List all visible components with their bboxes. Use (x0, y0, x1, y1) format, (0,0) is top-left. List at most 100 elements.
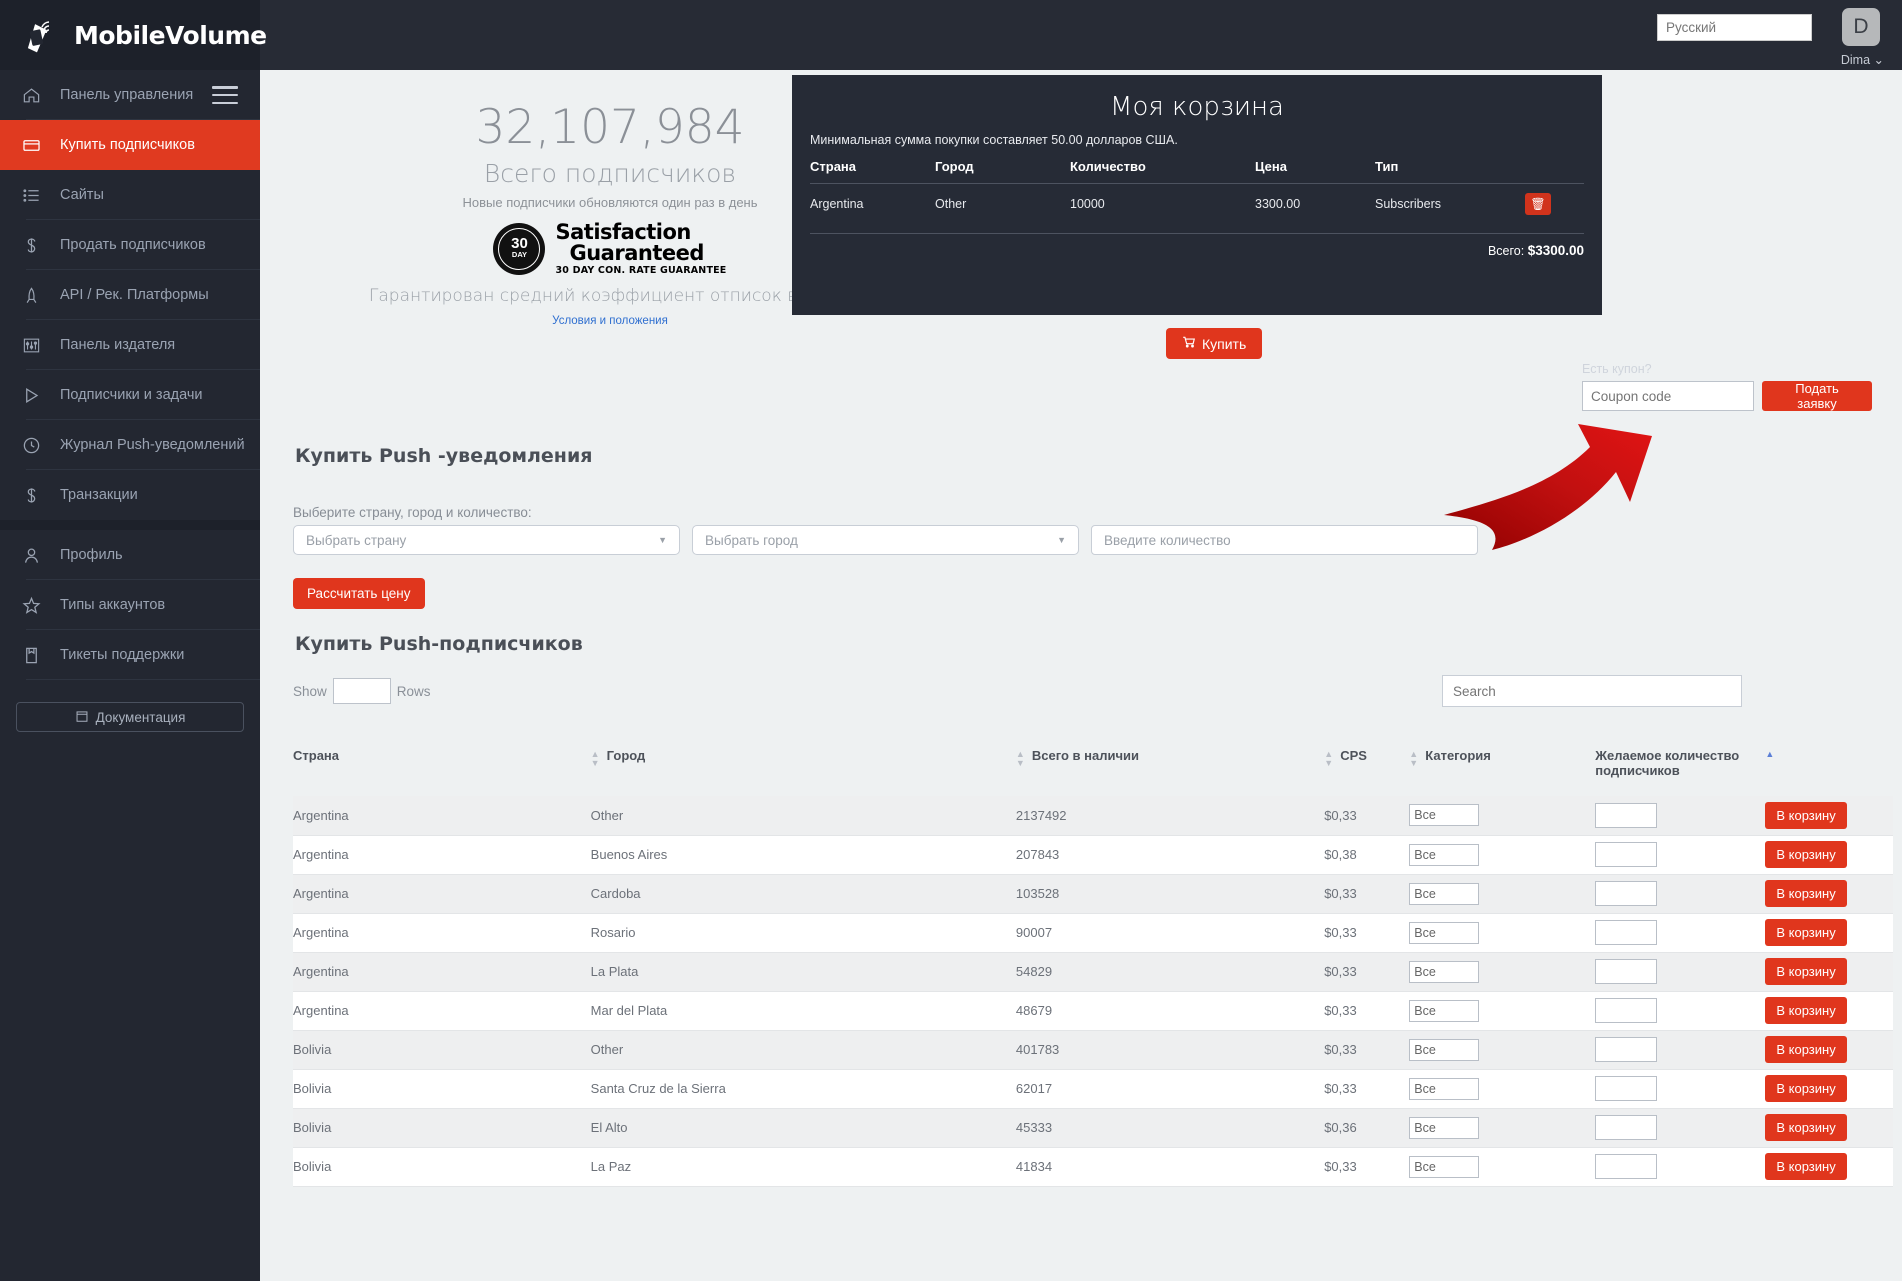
add-to-cart-button[interactable]: В корзину (1765, 1036, 1847, 1063)
cell-cps: $0,33 (1324, 1042, 1357, 1057)
column-label: Страна (293, 748, 340, 763)
rows-label: Rows (396, 683, 431, 699)
column-header-available[interactable]: ▲ ▼ Всего в наличии (1016, 742, 1324, 796)
desired-quantity-input[interactable] (1595, 998, 1658, 1023)
subscribers-table: Страна ▲ ▼ Город ▲ ▼ Всего в наличии ▲ ▼ CPS ▲… (293, 742, 1893, 1187)
sidebar-label: API / Рек. Платформы (60, 287, 209, 303)
sidebar-item-sell-subscribers[interactable]: Продать подписчиков (0, 220, 260, 270)
column-header-sort-active[interactable]: ▲ (1765, 742, 1893, 796)
user-menu[interactable]: Dima ⌄ (1841, 52, 1884, 67)
language-selector[interactable]: Русский (1657, 14, 1812, 41)
desired-quantity-input[interactable] (1595, 842, 1658, 867)
cart-title: Моя корзина (1110, 92, 1284, 122)
category-input[interactable] (1409, 804, 1480, 827)
buy-push-title: Купить Push -уведомления (295, 445, 593, 467)
list-icon (22, 186, 52, 205)
coupon-input[interactable] (1582, 381, 1754, 411)
sidebar-label: Профиль (60, 547, 123, 563)
show-label: Show (293, 683, 327, 699)
country-select[interactable]: Выбрать страну ▼ (293, 525, 680, 555)
cart-minimum-notice: Минимальная сумма покупки составляет 50.… (810, 133, 1178, 147)
avatar[interactable]: D (1842, 8, 1880, 46)
terms-link[interactable]: Условия и положения (260, 315, 960, 327)
cart-icon (1182, 335, 1196, 352)
calendar-icon (75, 709, 89, 726)
cell-available: 103528 (1015, 886, 1060, 901)
add-to-cart-button[interactable]: В корзину (1765, 919, 1847, 946)
category-input[interactable] (1409, 921, 1480, 944)
rocket-icon (22, 286, 52, 305)
trash-icon[interactable]: 🗑 (1525, 193, 1551, 215)
category-input[interactable] (1409, 960, 1480, 983)
column-header-cps[interactable]: ▲ ▼ CPS (1324, 742, 1409, 796)
cell-available: 45333 (1015, 1120, 1053, 1135)
sidebar-item-dashboard[interactable]: Панель управления (0, 70, 260, 120)
sidebar-item-account-types[interactable]: Типы аккаунтов (0, 580, 260, 630)
cell-available: 90007 (1015, 925, 1053, 940)
category-input[interactable] (1409, 1077, 1480, 1100)
column-header-country[interactable]: Страна (293, 742, 591, 796)
calculate-price-button[interactable]: Рассчитать цену (293, 578, 425, 609)
sidebar-label: Тикеты поддержки (60, 647, 185, 663)
desired-quantity-input[interactable] (1595, 802, 1658, 828)
sidebar-item-api-platforms[interactable]: API / Рек. Платформы (0, 270, 260, 320)
category-input[interactable] (1409, 1038, 1480, 1061)
desired-quantity-input[interactable] (1595, 1154, 1658, 1179)
category-input[interactable] (1409, 999, 1480, 1022)
sidebar-item-subscribers-tasks[interactable]: Подписчики и задачи (0, 370, 260, 420)
cart-header-country: Страна (810, 159, 857, 174)
cell-cps: $0,38 (1324, 847, 1357, 862)
cart-cell-quantity: 10000 (1070, 197, 1105, 211)
column-label: Город (606, 748, 646, 763)
sidebar-item-profile[interactable]: Профиль (0, 530, 260, 580)
brand-logo[interactable]: MobileVolume (0, 0, 267, 70)
desired-quantity-input[interactable] (1595, 1115, 1658, 1140)
sidebar-nav-primary: Панель управления Купить подписчиков Сай… (0, 70, 260, 520)
subscribers-table-wrapper: Страна ▲ ▼ Город ▲ ▼ Всего в наличии ▲ ▼ CPS ▲… (293, 742, 1902, 1187)
desired-quantity-input[interactable] (1595, 1076, 1658, 1101)
cell-cps: $0,33 (1324, 807, 1357, 823)
coupon-submit-button[interactable]: Подать заявку (1762, 381, 1872, 411)
column-header-category[interactable]: ▲ ▼ Категория (1409, 742, 1595, 796)
sidebar-item-transactions[interactable]: Транзакции (0, 470, 260, 520)
sidebar-nav-secondary: Профиль Типы аккаунтов Тикеты поддержки (0, 530, 260, 680)
sidebar-item-push-log[interactable]: Журнал Push-уведомлений (0, 420, 260, 470)
column-header-desired-quantity[interactable]: Желаемое количество подписчиков (1595, 742, 1765, 796)
desired-quantity-input[interactable] (1595, 1037, 1658, 1062)
documentation-button[interactable]: Документация (16, 702, 244, 732)
sidebar-item-support-tickets[interactable]: Тикеты поддержки (0, 630, 260, 680)
add-to-cart-button[interactable]: В корзину (1765, 958, 1847, 985)
add-to-cart-button[interactable]: В корзину (1765, 841, 1847, 868)
language-value: Русский (1666, 20, 1717, 35)
desired-quantity-input[interactable] (1595, 959, 1658, 984)
quantity-input[interactable]: Введите количество (1091, 525, 1478, 555)
sidebar-item-sites[interactable]: Сайты (0, 170, 260, 220)
add-to-cart-button[interactable]: В корзину (1765, 997, 1847, 1024)
add-to-cart-button[interactable]: В корзину (1765, 1153, 1847, 1180)
show-rows-input[interactable] (332, 678, 391, 704)
city-select[interactable]: Выбрать город ▼ (692, 525, 1079, 555)
buy-button[interactable]: Купить (1166, 328, 1263, 359)
category-input[interactable] (1409, 882, 1480, 905)
search-input[interactable] (1442, 675, 1742, 707)
country-select-placeholder: Выбрать страну (306, 532, 407, 548)
desired-quantity-input[interactable] (1595, 881, 1658, 906)
add-to-cart-button[interactable]: В корзину (1765, 1114, 1847, 1141)
cell-cps: $0,33 (1324, 964, 1357, 979)
desired-quantity-input[interactable] (1595, 920, 1658, 945)
add-to-cart-button[interactable]: В корзину (1765, 1075, 1847, 1102)
sidebar-item-publisher-panel[interactable]: Панель издателя (0, 320, 260, 370)
sidebar-label: Панель управления (60, 87, 194, 103)
sort-icon: ▲ ▼ (590, 749, 600, 768)
sidebar-item-buy-subscribers[interactable]: Купить подписчиков (0, 120, 260, 170)
category-input[interactable] (1409, 1155, 1480, 1178)
cell-city: Cardoba (590, 886, 641, 901)
category-input[interactable] (1409, 843, 1480, 866)
column-header-city[interactable]: ▲ ▼ Город (591, 742, 1016, 796)
user-icon (22, 546, 52, 565)
add-to-cart-button[interactable]: В корзину (1765, 880, 1847, 907)
sidebar-label: Транзакции (60, 487, 138, 503)
category-input[interactable] (1409, 1116, 1480, 1139)
sidebar-divider (0, 520, 260, 530)
add-to-cart-button[interactable]: В корзину (1765, 801, 1847, 829)
